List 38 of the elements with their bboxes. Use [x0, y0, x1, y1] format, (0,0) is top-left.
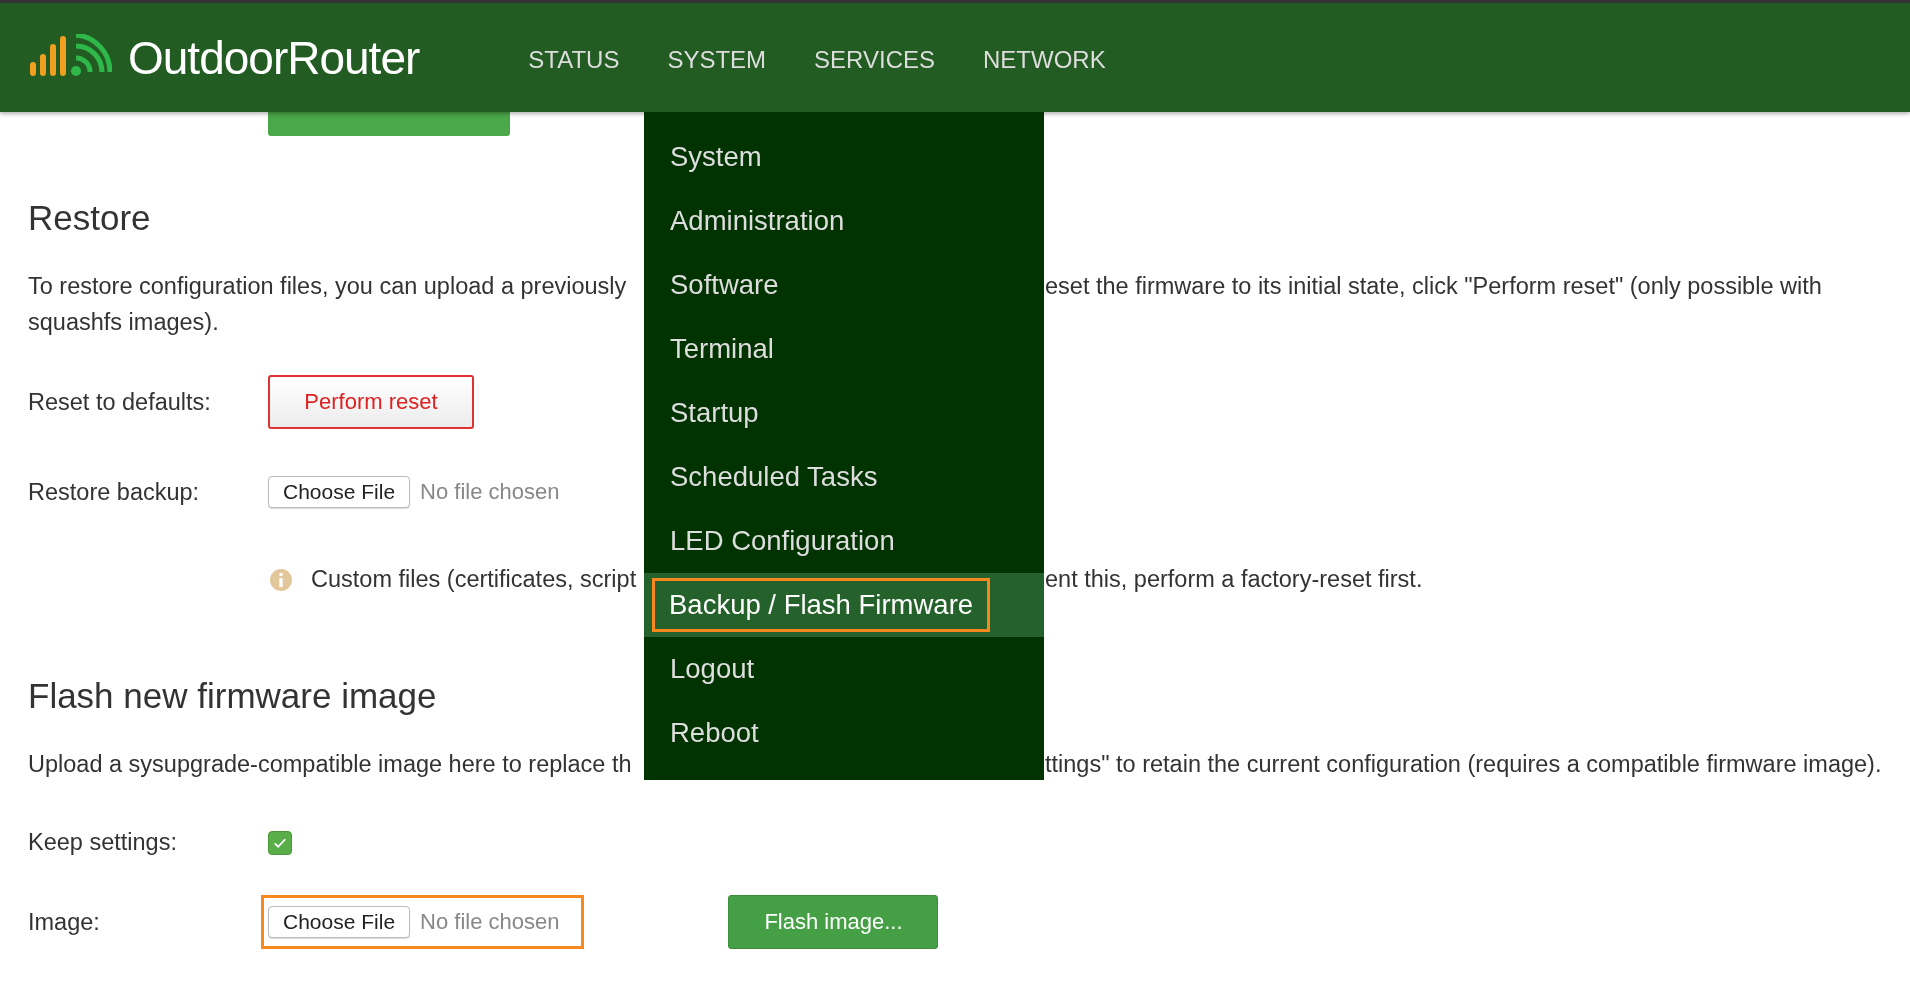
note-text: ent this, perform a factory-reset first.: [1045, 566, 1423, 593]
field-label: Keep settings:: [28, 829, 178, 856]
signal-bars-icon: [30, 33, 112, 76]
menu-item[interactable]: LED Configuration: [670, 517, 895, 565]
menu-item[interactable]: Software: [670, 261, 779, 309]
menu-item[interactable]: Startup: [670, 389, 759, 437]
field-label: Image:: [28, 908, 101, 936]
menu-item[interactable]: Administration: [670, 197, 845, 245]
brand-name: OutdoorRouter: [128, 30, 420, 85]
field-label: Restore backup:: [28, 478, 201, 506]
nav-link[interactable]: SERVICES: [814, 45, 936, 74]
choose-file-button[interactable]: Choose File: [268, 906, 411, 938]
menu-item[interactable]: Reboot: [670, 709, 759, 757]
menu-item[interactable]: Terminal: [670, 325, 774, 373]
description-text: ttings" to retain the current configuration (requires a compatible firmware image).: [1045, 750, 1882, 779]
description-text: Upload a sysupgrade-compatible image here to replace th: [28, 750, 633, 779]
checkbox[interactable]: [268, 830, 292, 855]
nav-link[interactable]: NETWORK: [983, 45, 1106, 74]
nav-link[interactable]: STATUS: [528, 45, 620, 74]
menu-item[interactable]: Scheduled Tasks: [670, 453, 878, 501]
menu-item[interactable]: Logout: [670, 645, 755, 693]
file-input[interactable]: Choose File No file chosen: [261, 465, 585, 519]
description-text: squashfs images).: [28, 308, 219, 337]
info-icon: [269, 567, 293, 592]
description-text: eset the firmware to its initial state, click "Perform reset" (only possible with: [1045, 272, 1822, 301]
file-status: No file chosen: [420, 479, 560, 505]
description-text: To restore configuration files, you can upload a previously: [28, 272, 628, 301]
field-label: Reset to defaults:: [28, 388, 212, 416]
nav-link[interactable]: SYSTEM: [667, 45, 767, 74]
section-heading: Flash new firmware image: [28, 676, 437, 716]
section-heading: Restore: [28, 198, 151, 238]
reset-button[interactable]: Perform reset: [268, 375, 474, 429]
menu-item[interactable]: Backup / Flash Firmware: [652, 578, 991, 632]
choose-file-button[interactable]: Choose File: [268, 476, 411, 508]
note-text: Custom files (certificates, script: [311, 566, 638, 593]
menu-item[interactable]: System: [670, 133, 762, 181]
file-status: No file chosen: [420, 909, 560, 935]
file-input[interactable]: Choose File No file chosen: [261, 895, 585, 949]
